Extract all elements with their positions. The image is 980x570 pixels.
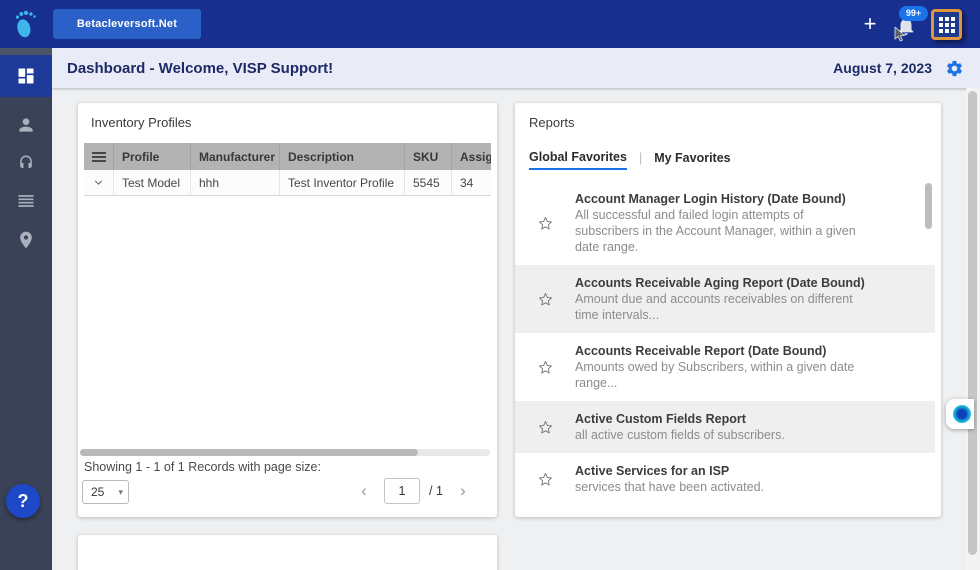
list-item[interactable]: Active Services for an ISP services that… [515, 453, 935, 505]
gradient-orb-icon [953, 405, 971, 423]
star-outline-icon[interactable] [537, 359, 554, 376]
page-scrollbar[interactable] [966, 88, 980, 570]
sidebar-item-support[interactable] [0, 143, 52, 183]
inventory-profiles-card: Inventory Profiles Profile Manufacturer … [78, 103, 497, 517]
page-number-input[interactable] [384, 478, 420, 504]
report-description: Amount due and accounts receivables on d… [575, 292, 853, 322]
column-header-manufacturer[interactable]: Manufacturer [191, 143, 280, 170]
brand-button[interactable]: Betacleversoft.Net [53, 9, 201, 39]
horizontal-scrollbar-thumb[interactable] [80, 449, 418, 456]
cell-sku: 5545 [405, 170, 452, 195]
mouse-cursor-icon [894, 27, 906, 42]
list-item[interactable]: Accounts Receivable Report (Date Bound) … [515, 333, 935, 401]
sidebar-item-lists[interactable] [0, 181, 52, 221]
floating-side-widget[interactable] [946, 399, 974, 429]
total-pages-label: / 1 [429, 484, 443, 498]
help-button[interactable]: ? [6, 484, 40, 518]
list-item[interactable]: Accounts Receivable Aging Report (Date B… [515, 265, 935, 333]
column-header-description[interactable]: Description [280, 143, 405, 170]
dashboard-icon [18, 68, 34, 84]
chevron-down-icon [94, 180, 103, 185]
reports-list-scrollbar[interactable] [925, 183, 932, 229]
report-description: All successful and failed login attempts… [575, 208, 856, 254]
cell-assigned: 34 [460, 175, 474, 190]
page-size-value: 25 [91, 485, 105, 499]
sidebar-item-dashboard[interactable] [0, 55, 52, 97]
page-scrollbar-thumb[interactable] [968, 91, 977, 555]
report-title: Accounts Receivable Report (Date Bound) [575, 344, 827, 358]
column-header-sku[interactable]: SKU [405, 143, 452, 170]
tab-my-favorites[interactable]: My Favorites [654, 151, 730, 169]
report-title: Accounts Receivable Aging Report (Date B… [575, 276, 865, 290]
sidebar-item-subscribers[interactable] [0, 105, 52, 145]
bottom-card-partial [78, 535, 497, 570]
list-item[interactable]: Account Manager Login History (Date Boun… [515, 181, 935, 265]
next-page-button[interactable]: › [455, 481, 471, 501]
page-size-select[interactable]: 25 ▾ [82, 480, 129, 504]
settings-gear-icon[interactable] [945, 59, 964, 78]
sidebar-item-locations[interactable] [0, 220, 52, 260]
star-outline-icon[interactable] [537, 215, 554, 232]
report-description: services that have been activated. [575, 480, 765, 494]
tab-global-favorites[interactable]: Global Favorites [529, 150, 627, 170]
main-content: Inventory Profiles Profile Manufacturer … [52, 88, 980, 570]
column-header-profile[interactable]: Profile [114, 143, 191, 170]
reports-tabs: Global Favorites | My Favorites [529, 150, 731, 170]
report-description: Amounts owed by Subscribers, within a gi… [575, 360, 855, 390]
previous-page-button[interactable]: ‹ [356, 481, 372, 501]
pagination: ‹ / 1 › [356, 477, 486, 505]
star-outline-icon[interactable] [537, 291, 554, 308]
star-outline-icon[interactable] [537, 471, 554, 488]
reports-card: Reports Global Favorites | My Favorites … [515, 103, 941, 517]
report-title: Active Services for an ISP [575, 464, 730, 478]
records-summary: Showing 1 - 1 of 1 Records with page siz… [84, 460, 321, 474]
inventory-table: Profile Manufacturer Description SKU Ass… [84, 143, 491, 196]
report-title: Active Custom Fields Report [575, 412, 746, 426]
caret-down-icon: ▾ [118, 486, 123, 497]
reports-card-title: Reports [529, 115, 575, 130]
list-item[interactable]: Active Custom Fields Report all active c… [515, 401, 935, 453]
star-outline-icon[interactable] [537, 419, 554, 436]
cell-manufacturer: hhh [191, 170, 280, 195]
top-bar: Betacleversoft.Net + 99+ [0, 0, 980, 48]
page-header: Dashboard - Welcome, VISP Support! Augus… [52, 48, 980, 88]
table-header-row: Profile Manufacturer Description SKU Ass… [84, 143, 491, 170]
hamburger-icon [91, 150, 106, 164]
location-pin-icon [20, 231, 32, 249]
apps-grid-button[interactable] [931, 9, 962, 40]
notifications-button[interactable]: 99+ [893, 6, 928, 42]
reports-list: Account Manager Login History (Date Boun… [515, 181, 935, 511]
footprint-logo-icon [15, 10, 36, 38]
apps-grid-icon [938, 16, 955, 33]
table-row[interactable]: Test Model hhh Test Inventor Profile 554… [84, 170, 491, 196]
notification-badge: 99+ [899, 6, 928, 21]
row-expand-button[interactable] [84, 170, 114, 195]
report-title: Account Manager Login History (Date Boun… [575, 192, 846, 206]
person-icon [19, 118, 33, 132]
page-title: Dashboard - Welcome, VISP Support! [67, 59, 334, 77]
inventory-card-title: Inventory Profiles [91, 115, 192, 130]
list-icon [18, 195, 34, 207]
cell-profile: Test Model [114, 170, 191, 195]
add-icon[interactable]: + [858, 12, 882, 36]
report-description: all active custom fields of subscribers. [575, 428, 785, 442]
tab-separator: | [638, 151, 643, 165]
horizontal-scrollbar[interactable] [80, 449, 490, 456]
table-menu-button[interactable] [84, 143, 114, 170]
headset-icon [20, 155, 32, 168]
current-date: August 7, 2023 [833, 60, 932, 76]
column-header-assigned[interactable]: Assigned [452, 143, 491, 170]
cell-description: Test Inventor Profile [280, 170, 405, 195]
